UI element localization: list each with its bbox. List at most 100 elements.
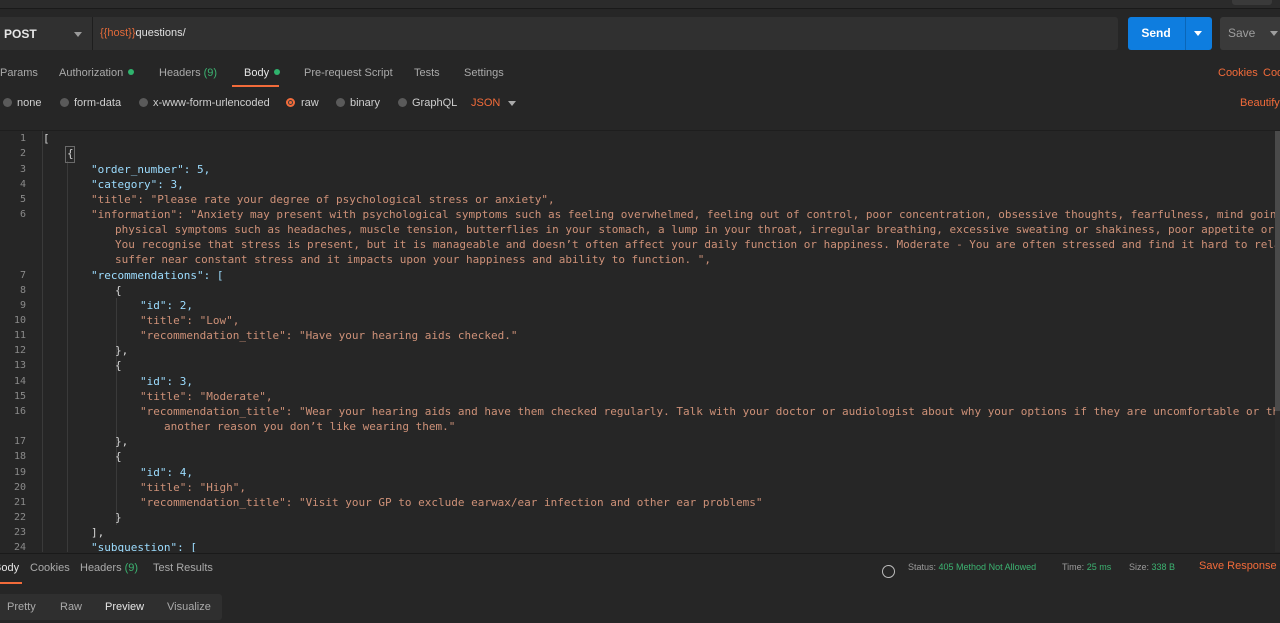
code-editor[interactable]: 1 2 3 4 5 6 7 8 9 10 11 12 13 14 15 16 1… xyxy=(0,130,1280,552)
url-input[interactable]: {{host}}questions/ xyxy=(100,17,186,50)
line-number: 19 xyxy=(0,465,26,480)
method-label: POST xyxy=(4,27,37,41)
radio-graphql[interactable] xyxy=(398,98,407,107)
radio-label-urlencoded: x-www-form-urlencoded xyxy=(153,92,270,114)
code-line: "title": "High", xyxy=(140,480,246,495)
code-line: }, xyxy=(115,434,128,449)
size-label: Size: xyxy=(1129,562,1149,572)
line-number: 20 xyxy=(0,480,26,495)
send-divider xyxy=(1185,17,1186,50)
body-type-selector: none form-data x-www-form-urlencoded raw… xyxy=(0,92,1280,116)
line-number: 2 xyxy=(0,146,26,161)
code-link[interactable]: Code xyxy=(1263,58,1280,88)
status-label: Status: xyxy=(908,562,936,572)
code-line: { xyxy=(67,146,74,161)
view-tab-pretty[interactable]: Pretty xyxy=(7,594,36,620)
code-line: } xyxy=(115,510,122,525)
response-tab-label: Test Results xyxy=(153,562,213,574)
beautify-link[interactable]: Beautify xyxy=(1240,92,1280,114)
save-response-button[interactable]: Save Response ▾ xyxy=(1199,560,1280,572)
response-tab-label: Cookies xyxy=(30,562,70,574)
code-line: "subquestion": [ xyxy=(91,540,197,552)
send-options-chevron-icon[interactable] xyxy=(1194,31,1202,36)
indent-guide xyxy=(116,298,117,525)
tab-body[interactable]: Body xyxy=(244,58,280,88)
save-label: Save xyxy=(1228,17,1255,50)
chevron-down-icon[interactable] xyxy=(508,101,516,106)
status-dot-icon xyxy=(274,69,280,75)
view-tab-raw[interactable]: Raw xyxy=(60,594,82,620)
radio-binary[interactable] xyxy=(336,98,345,107)
status-value: 405 Method Not Allowed xyxy=(939,562,1037,572)
response-tab-label: Body xyxy=(0,562,19,574)
line-number: 12 xyxy=(0,343,26,358)
line-number: 3 xyxy=(0,162,26,177)
tab-params[interactable]: Params xyxy=(0,58,38,88)
code-line: "recommendations": [ xyxy=(91,268,223,283)
code-line: "recommendation_title": "Have your heari… xyxy=(140,328,518,343)
line-number: 18 xyxy=(0,449,26,464)
code-line: physical symptoms such as headaches, mus… xyxy=(115,222,1280,237)
code-line: }, xyxy=(115,343,128,358)
code-line: another reason you don’t like wearing th… xyxy=(164,419,455,434)
radio-label-graphql: GraphQL xyxy=(412,92,457,114)
tab-tests[interactable]: Tests xyxy=(414,58,440,88)
url-variable: {{host}} xyxy=(100,27,136,39)
response-active-indicator xyxy=(0,582,22,584)
cookies-link[interactable]: Cookies xyxy=(1218,58,1258,88)
line-number: 11 xyxy=(0,328,26,343)
line-number: 23 xyxy=(0,525,26,540)
globe-icon[interactable] xyxy=(882,565,895,578)
window-tab-handle[interactable] xyxy=(1232,0,1272,5)
radio-raw[interactable] xyxy=(286,98,295,107)
code-line: "id": 2, xyxy=(140,298,193,313)
view-tab-preview[interactable]: Preview xyxy=(105,594,144,620)
send-button[interactable]: Send xyxy=(1128,17,1212,50)
time-label: Time: xyxy=(1062,562,1084,572)
code-line: suffer near constant stress and it impac… xyxy=(115,252,711,267)
code-line: "id": 4, xyxy=(140,465,193,480)
tab-pre-request-script[interactable]: Pre-request Script xyxy=(304,58,393,88)
code-line: "title": "Moderate", xyxy=(140,389,272,404)
line-number: 7 xyxy=(0,268,26,283)
save-options-chevron-icon[interactable] xyxy=(1270,31,1278,36)
editor-scrollbar-thumb[interactable] xyxy=(1275,131,1280,411)
response-tab-cookies[interactable]: Cookies xyxy=(30,562,70,574)
tab-label: Settings xyxy=(464,67,504,79)
line-number: 4 xyxy=(0,177,26,192)
status-dot-icon xyxy=(128,69,134,75)
send-label: Send xyxy=(1128,17,1184,50)
code-line: "recommendation_title": "Wear your heari… xyxy=(140,404,1280,419)
request-tabs: Params Authorization Headers (9) Body Pr… xyxy=(0,58,1280,88)
code-line: "title": "Low", xyxy=(140,313,239,328)
time-value: 25 ms xyxy=(1087,562,1112,572)
line-number: 6 xyxy=(0,207,26,222)
method-select[interactable]: POST xyxy=(0,17,93,50)
line-number: 1 xyxy=(0,131,26,146)
response-tab-test-results[interactable]: Test Results xyxy=(153,562,213,574)
radio-label-form-data: form-data xyxy=(74,92,121,114)
code-line: "category": 3, xyxy=(91,177,184,192)
url-path: questions/ xyxy=(136,27,186,39)
window-top-strip xyxy=(0,0,1280,9)
code-line: [ xyxy=(43,131,50,146)
radio-none[interactable] xyxy=(3,98,12,107)
response-tab-body[interactable]: Body xyxy=(0,562,19,574)
view-tab-visualize[interactable]: Visualize xyxy=(167,594,211,620)
response-time: Time: 25 ms xyxy=(1062,562,1111,572)
tab-authorization[interactable]: Authorization xyxy=(59,58,134,88)
code-line: "id": 3, xyxy=(140,374,193,389)
radio-urlencoded[interactable] xyxy=(139,98,148,107)
code-line: "order_number": 5, xyxy=(91,162,210,177)
radio-form-data[interactable] xyxy=(60,98,69,107)
save-button[interactable]: Save xyxy=(1220,17,1280,50)
tab-settings[interactable]: Settings xyxy=(464,58,504,88)
code-line: { xyxy=(115,358,122,373)
format-select[interactable]: JSON xyxy=(471,92,500,114)
line-number: 10 xyxy=(0,313,26,328)
code-line: "information": "Anxiety may present with… xyxy=(91,207,1280,222)
code-line: You recognise that stress is present, bu… xyxy=(115,237,1280,252)
response-panel: Body Cookies Headers (9) Test Results St… xyxy=(0,553,1280,623)
tab-headers[interactable]: Headers (9) xyxy=(159,58,217,88)
response-tab-headers[interactable]: Headers (9) xyxy=(80,562,138,574)
